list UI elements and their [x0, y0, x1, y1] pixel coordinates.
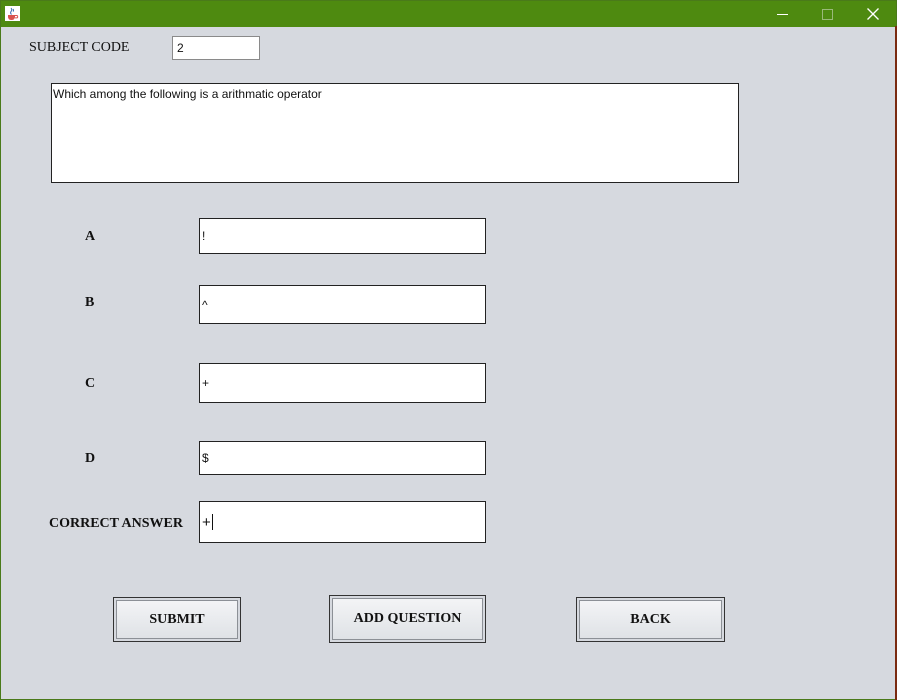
option-c-value: +: [202, 376, 210, 390]
option-d-field[interactable]: $: [199, 441, 486, 475]
subject-code-value: 2: [177, 41, 184, 55]
back-button-label: BACK: [579, 600, 722, 639]
option-d-label: D: [85, 451, 96, 466]
minimize-icon: [776, 13, 788, 15]
title-bar: [1, 1, 896, 27]
text-caret: [211, 514, 213, 530]
back-button[interactable]: BACK: [576, 597, 725, 642]
option-b-field[interactable]: ^: [199, 285, 486, 324]
maximize-icon: [821, 8, 833, 20]
java-cup-icon: [5, 6, 20, 21]
option-d-value: $: [202, 451, 209, 465]
maximize-button[interactable]: [804, 1, 850, 27]
option-c-label: C: [85, 376, 96, 391]
subject-code-label: SUBJECT CODE: [29, 40, 130, 55]
add-question-window: SUBJECT CODE 2 Which among the following…: [0, 0, 897, 700]
add-question-button[interactable]: ADD QUESTION: [329, 595, 486, 643]
option-a-value: !: [202, 229, 206, 243]
option-b-value: ^: [202, 297, 208, 312]
close-icon: [867, 8, 879, 20]
minimize-button[interactable]: [759, 1, 805, 27]
question-text-area[interactable]: Which among the following is a arithmati…: [51, 83, 739, 183]
submit-button[interactable]: SUBMIT: [113, 597, 241, 642]
question-text: Which among the following is a arithmati…: [53, 87, 322, 101]
correct-answer-label: CORRECT ANSWER: [49, 516, 183, 531]
option-c-field[interactable]: +: [199, 363, 486, 403]
option-a-label: A: [85, 229, 96, 244]
add-question-button-label: ADD QUESTION: [332, 598, 483, 640]
subject-code-field[interactable]: 2: [172, 36, 260, 60]
option-b-label: B: [85, 295, 95, 310]
correct-answer-field[interactable]: +: [199, 501, 486, 543]
correct-answer-value: +: [202, 513, 211, 531]
submit-button-label: SUBMIT: [116, 600, 238, 639]
option-a-field[interactable]: !: [199, 218, 486, 254]
close-button[interactable]: [850, 1, 896, 27]
